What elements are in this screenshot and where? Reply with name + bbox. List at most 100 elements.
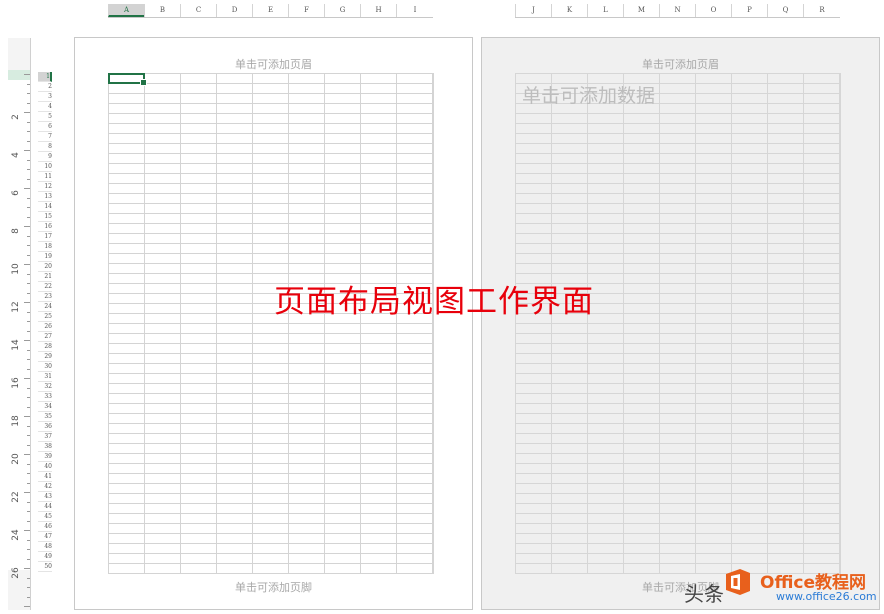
row-header[interactable]: 3 (38, 92, 52, 102)
row-header[interactable]: 8 (38, 142, 52, 152)
ruler-tick (27, 511, 30, 512)
row-header[interactable]: 5 (38, 112, 52, 122)
row-header[interactable]: 28 (38, 342, 52, 352)
column-header-e[interactable]: E (252, 4, 288, 17)
ruler-tick (27, 140, 30, 142)
ruler-tick (27, 549, 30, 550)
watermark-url: www.office26.com (776, 590, 877, 603)
column-header-j[interactable]: J (515, 4, 551, 17)
ruler-tick (27, 131, 30, 132)
row-header[interactable]: 19 (38, 252, 52, 262)
ruler-tick (27, 93, 30, 94)
ruler-tick (27, 387, 30, 389)
ruler-number: 12 (11, 301, 21, 313)
row-header[interactable]: 23 (38, 292, 52, 302)
row-header[interactable]: 15 (38, 212, 52, 222)
row-header[interactable]: 2 (38, 82, 52, 92)
row-header[interactable]: 39 (38, 452, 52, 462)
ruler-tick (27, 368, 30, 370)
row-header[interactable]: 22 (38, 282, 52, 292)
column-header-c[interactable]: C (180, 4, 216, 17)
row-header[interactable]: 47 (38, 532, 52, 542)
vertical-ruler: 2 4 6 8 10 12 14 16 18 20 22 24 26 (8, 38, 31, 610)
ruler-tick (24, 416, 30, 417)
row-header[interactable]: 14 (38, 202, 52, 212)
column-header-a[interactable]: A (108, 4, 144, 17)
active-cell[interactable] (108, 73, 147, 86)
ruler-tick (27, 482, 30, 484)
row-header[interactable]: 4 (38, 102, 52, 112)
ruler-tick (27, 397, 30, 398)
fill-handle[interactable] (140, 79, 147, 86)
column-header-bar-page2: JKLMNOPQR (515, 4, 840, 18)
column-header-p[interactable]: P (731, 4, 767, 17)
row-header[interactable]: 37 (38, 432, 52, 442)
column-header-g[interactable]: G (324, 4, 360, 17)
row-header[interactable]: 16 (38, 222, 52, 232)
ruler-tick (27, 330, 30, 332)
row-header[interactable]: 7 (38, 132, 52, 142)
column-header-l[interactable]: L (587, 4, 623, 17)
row-header[interactable]: 24 (38, 302, 52, 312)
row-header[interactable]: 32 (38, 382, 52, 392)
row-header[interactable]: 11 (38, 172, 52, 182)
row-header[interactable]: 30 (38, 362, 52, 372)
column-header-r[interactable]: R (803, 4, 840, 17)
ruler-tick (27, 539, 30, 541)
ruler-tick (27, 245, 30, 246)
row-header[interactable]: 36 (38, 422, 52, 432)
row-header[interactable]: 27 (38, 332, 52, 342)
cell-grid[interactable] (515, 73, 841, 574)
row-header[interactable]: 34 (38, 402, 52, 412)
row-header[interactable]: 13 (38, 192, 52, 202)
row-header[interactable]: 10 (38, 162, 52, 172)
row-header[interactable]: 29 (38, 352, 52, 362)
row-header[interactable]: 9 (38, 152, 52, 162)
column-header-o[interactable]: O (695, 4, 731, 17)
column-header-d[interactable]: D (216, 4, 252, 17)
row-header[interactable]: 44 (38, 502, 52, 512)
ruler-tick (27, 169, 30, 170)
data-placeholder[interactable]: 单击可添加数据 (522, 81, 655, 108)
column-header-f[interactable]: F (288, 4, 324, 17)
row-header[interactable]: 21 (38, 272, 52, 282)
row-header[interactable]: 45 (38, 512, 52, 522)
ruler-tick (24, 568, 30, 569)
cell-grid[interactable] (108, 73, 434, 574)
page-2: 单击可添加页眉 单击可添加数据 单击可添加页脚 (481, 37, 880, 610)
column-header-m[interactable]: M (623, 4, 659, 17)
header-placeholder[interactable]: 单击可添加页眉 (482, 56, 879, 72)
row-header[interactable]: 6 (38, 122, 52, 132)
row-header[interactable]: 18 (38, 242, 52, 252)
row-header[interactable]: 42 (38, 482, 52, 492)
row-header[interactable]: 26 (38, 322, 52, 332)
row-header[interactable]: 43 (38, 492, 52, 502)
row-header[interactable]: 50 (38, 562, 52, 572)
row-header[interactable]: 41 (38, 472, 52, 482)
column-header-b[interactable]: B (144, 4, 180, 17)
row-header[interactable]: 33 (38, 392, 52, 402)
column-header-q[interactable]: Q (767, 4, 803, 17)
row-header[interactable]: 31 (38, 372, 52, 382)
row-header[interactable]: 46 (38, 522, 52, 532)
footer-placeholder[interactable]: 单击可添加页脚 (75, 579, 472, 595)
ruler-tick (24, 188, 30, 189)
row-header[interactable]: 1 (38, 72, 52, 82)
column-header-k[interactable]: K (551, 4, 587, 17)
row-header[interactable]: 25 (38, 312, 52, 322)
row-header[interactable]: 49 (38, 552, 52, 562)
row-header[interactable]: 48 (38, 542, 52, 552)
column-header-n[interactable]: N (659, 4, 695, 17)
row-header[interactable]: 12 (38, 182, 52, 192)
row-header[interactable]: 35 (38, 412, 52, 422)
column-header-h[interactable]: H (360, 4, 396, 17)
column-header-i[interactable]: I (396, 4, 433, 17)
row-header[interactable]: 40 (38, 462, 52, 472)
row-header[interactable]: 17 (38, 232, 52, 242)
ruler-tick (27, 292, 30, 294)
row-header[interactable]: 38 (38, 442, 52, 452)
ruler-tick (24, 530, 30, 531)
row-header[interactable]: 20 (38, 262, 52, 272)
header-placeholder[interactable]: 单击可添加页眉 (75, 56, 472, 72)
page-1: 单击可添加页眉 单击可添加页脚 (74, 37, 473, 610)
